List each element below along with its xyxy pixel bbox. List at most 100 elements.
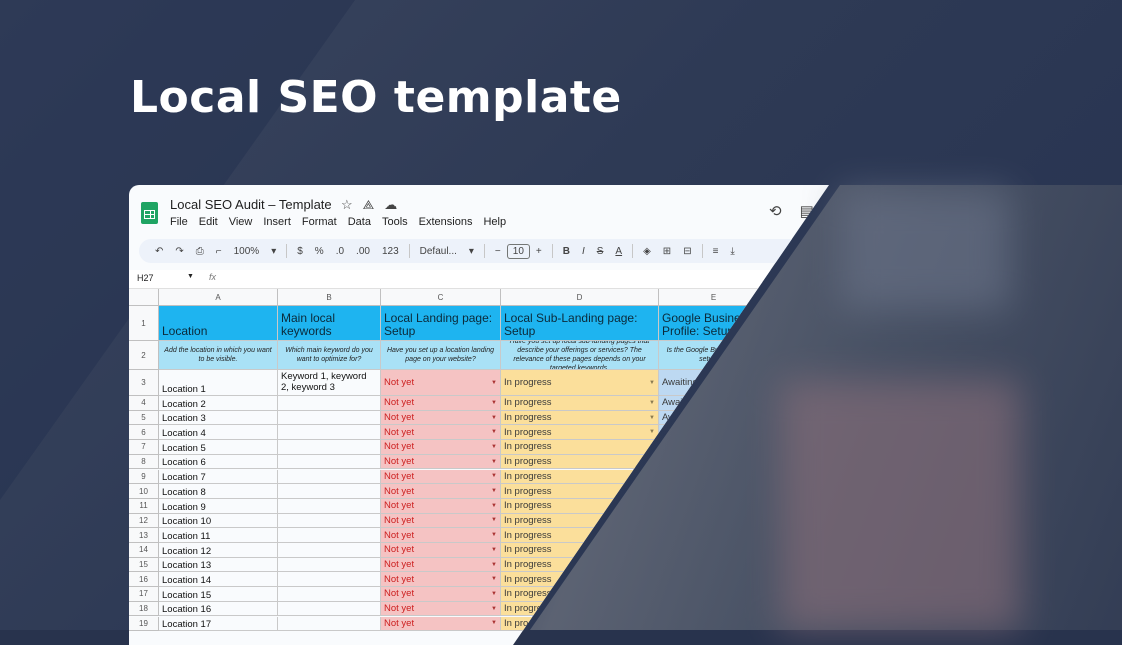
row-header[interactable]: 19 <box>129 616 159 632</box>
chevron-down-icon[interactable]: ▾ <box>463 246 480 257</box>
paint-format-icon[interactable]: ⌐ <box>210 246 228 257</box>
landing-status-dropdown[interactable]: Not yet ▼ <box>381 557 501 573</box>
chevron-down-icon[interactable]: ▼ <box>491 547 497 553</box>
chevron-down-icon[interactable]: ▼ <box>491 444 497 450</box>
sub-landing-status-dropdown[interactable]: In progress▼ <box>501 440 659 455</box>
keywords-cell[interactable] <box>278 572 381 588</box>
chevron-down-icon[interactable]: ▼ <box>649 400 655 406</box>
landing-status-dropdown[interactable]: Not yet ▼ <box>381 484 501 499</box>
location-cell[interactable]: Location 14 <box>159 572 278 588</box>
sub-landing-status-dropdown[interactable]: In progress▼ <box>501 425 659 441</box>
landing-status-dropdown[interactable]: Not yet ▼ <box>381 616 501 632</box>
chevron-down-icon[interactable]: ▼ <box>491 488 497 494</box>
undo-icon[interactable]: ↶ <box>149 246 169 257</box>
landing-status-dropdown[interactable]: Not yet ▼ <box>381 543 501 558</box>
landing-status-dropdown[interactable]: Not yet ▼ <box>381 370 501 396</box>
chevron-down-icon[interactable]: ▼ <box>491 620 497 626</box>
align-left-icon[interactable]: ≡ <box>707 246 725 257</box>
keywords-cell[interactable] <box>278 410 381 426</box>
landing-status-dropdown[interactable]: Not yet ▼ <box>381 528 501 543</box>
row-header[interactable]: 5 <box>129 410 159 426</box>
keywords-cell[interactable] <box>278 440 381 455</box>
menu-item-file[interactable]: File <box>170 216 188 228</box>
row-header[interactable]: 3 <box>129 370 159 396</box>
chevron-down-icon[interactable]: ▼ <box>491 473 497 479</box>
landing-status-dropdown[interactable]: Not yet ▼ <box>381 513 501 529</box>
decrease-decimal-button[interactable]: .0 <box>330 246 350 257</box>
location-cell[interactable]: Location 6 <box>159 454 278 470</box>
cloud-status-icon[interactable]: ☁ <box>384 197 407 212</box>
currency-button[interactable]: $ <box>291 246 309 257</box>
star-icon[interactable]: ☆ <box>341 197 363 212</box>
location-cell[interactable]: Location 2 <box>159 396 278 411</box>
sub-landing-status-dropdown[interactable]: In progress▼ <box>501 396 659 411</box>
name-box[interactable]: H27 <box>137 273 154 283</box>
keywords-cell[interactable] <box>278 528 381 543</box>
version-history-icon[interactable]: ⟲ <box>769 203 800 220</box>
column-title-cell[interactable]: Main local keywords <box>278 306 381 341</box>
landing-status-dropdown[interactable]: Not yet ▼ <box>381 601 501 617</box>
chevron-down-icon[interactable]: ▼ <box>491 459 497 465</box>
location-cell[interactable]: Location 9 <box>159 498 278 514</box>
row-header[interactable]: 6 <box>129 425 159 441</box>
menu-item-edit[interactable]: Edit <box>199 216 218 228</box>
increase-decimal-button[interactable]: .00 <box>350 246 376 257</box>
chevron-down-icon[interactable]: ▼ <box>491 517 497 523</box>
chevron-down-icon[interactable]: ▾ <box>265 246 282 257</box>
chevron-down-icon[interactable]: ▼ <box>491 429 497 435</box>
keywords-cell[interactable] <box>278 425 381 441</box>
column-header-a[interactable]: A <box>159 289 278 306</box>
row-header[interactable]: 11 <box>129 498 159 514</box>
print-icon[interactable]: ⎙ <box>190 246 210 257</box>
keywords-cell[interactable] <box>278 616 381 632</box>
location-cell[interactable]: Location 17 <box>159 616 278 632</box>
chevron-down-icon[interactable]: ▼ <box>491 400 497 406</box>
sub-landing-status-dropdown[interactable]: In progress▼ <box>501 370 659 396</box>
fill-color-icon[interactable]: ◈ <box>637 246 657 257</box>
location-cell[interactable]: Location 7 <box>159 469 278 485</box>
landing-status-dropdown[interactable]: Not yet ▼ <box>381 469 501 485</box>
zoom-select[interactable]: 100% <box>228 246 266 257</box>
redo-icon[interactable]: ↷ <box>169 246 189 257</box>
row-header[interactable]: 14 <box>129 543 159 558</box>
menu-item-insert[interactable]: Insert <box>263 216 291 228</box>
number-format-button[interactable]: 123 <box>376 246 405 257</box>
location-cell[interactable]: Location 1 <box>159 370 278 396</box>
keywords-cell[interactable]: Keyword 1, keyword 2, keyword 3 <box>278 370 381 396</box>
vertical-align-icon[interactable]: ⤓ <box>724 246 740 257</box>
chevron-down-icon[interactable]: ▼ <box>649 415 655 421</box>
sub-landing-status-dropdown[interactable]: In progress▼ <box>501 410 659 426</box>
location-cell[interactable]: Location 4 <box>159 425 278 441</box>
chevron-down-icon[interactable]: ▼ <box>649 380 655 386</box>
chevron-down-icon[interactable]: ▼ <box>491 576 497 582</box>
location-cell[interactable]: Location 5 <box>159 440 278 455</box>
italic-button[interactable]: I <box>576 246 591 257</box>
borders-icon[interactable]: ⊞ <box>657 246 677 257</box>
move-to-drive-icon[interactable]: ⟁ <box>363 197 385 212</box>
chevron-down-icon[interactable]: ▼ <box>491 562 497 568</box>
location-cell[interactable]: Location 8 <box>159 484 278 499</box>
location-cell[interactable]: Location 11 <box>159 528 278 543</box>
row-header[interactable]: 16 <box>129 572 159 588</box>
menu-item-tools[interactable]: Tools <box>382 216 408 228</box>
chevron-down-icon[interactable]: ▼ <box>491 591 497 597</box>
menu-item-format[interactable]: Format <box>302 216 337 228</box>
keywords-cell[interactable] <box>278 469 381 485</box>
description-cell[interactable]: Have you set up local sub-landing pages … <box>501 341 659 370</box>
column-title-cell[interactable]: Location <box>159 306 278 341</box>
column-header-d[interactable]: D <box>501 289 659 306</box>
chevron-down-icon[interactable]: ▼ <box>491 503 497 509</box>
row-header[interactable]: 13 <box>129 528 159 543</box>
row-header[interactable]: 7 <box>129 440 159 455</box>
row-header[interactable]: 4 <box>129 396 159 411</box>
row-header[interactable]: 10 <box>129 484 159 499</box>
location-cell[interactable]: Location 10 <box>159 513 278 529</box>
menu-item-help[interactable]: Help <box>483 216 506 228</box>
keywords-cell[interactable] <box>278 454 381 470</box>
column-header-c[interactable]: C <box>381 289 501 306</box>
row-header[interactable]: 15 <box>129 557 159 573</box>
strikethrough-button[interactable]: S <box>591 246 610 257</box>
landing-status-dropdown[interactable]: Not yet ▼ <box>381 454 501 470</box>
row-header[interactable]: 1 <box>129 306 159 341</box>
row-header[interactable]: 17 <box>129 587 159 602</box>
